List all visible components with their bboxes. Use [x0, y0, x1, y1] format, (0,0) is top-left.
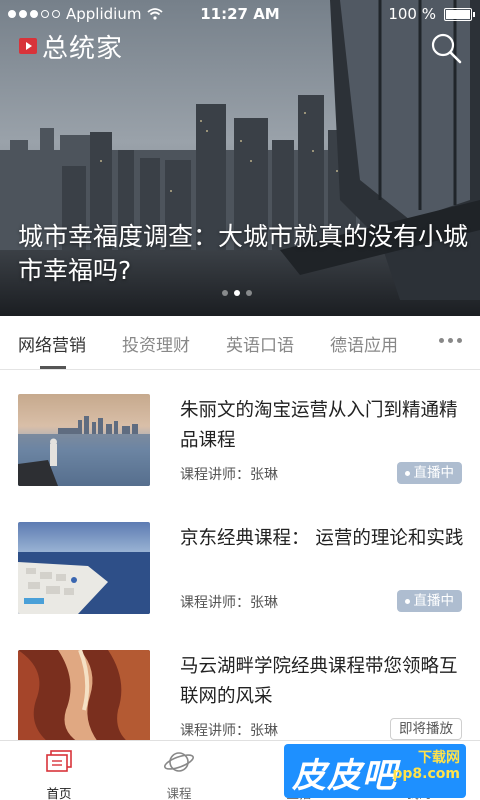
tab-english[interactable]: 英语口语 [226, 331, 294, 356]
category-tabs: 网络营销 投资理财 英语口语 德语应用 [0, 316, 480, 370]
nav-home-label: 首页 [46, 786, 72, 800]
watermark-subtext: 下载网 pp8.com [392, 750, 460, 782]
status-badge-label: 直播中 [413, 593, 455, 609]
status-badge-label: 即将播放 [399, 721, 453, 737]
watermark-text: 皮皮吧 [292, 756, 397, 796]
status-badge: 即将播放 [390, 718, 462, 740]
watermark: 皮皮吧 下载网 pp8.com [284, 744, 466, 798]
course-teacher: 课程讲师：张琳 [180, 467, 278, 483]
course-item[interactable]: 京东经典课程： 运营的理论和实践 课程讲师：张琳 直播中 [0, 522, 480, 650]
status-badge: 直播中 [396, 590, 462, 612]
carousel-dot [222, 290, 228, 296]
watermark-sub1: 下载网 [418, 750, 460, 766]
course-thumbnail [18, 394, 150, 486]
course-title: 朱丽文的淘宝运营从入门到精通精品课程 [180, 400, 458, 451]
planet-icon [164, 752, 194, 772]
course-item[interactable]: 朱丽文的淘宝运营从入门到精通精品课程 课程讲师：张琳 直播中 [0, 394, 480, 522]
nav-courses[interactable]: 课程 [139, 747, 219, 800]
nav-courses-label: 课程 [166, 786, 192, 800]
battery-icon [444, 7, 475, 21]
status-badge: 直播中 [396, 462, 462, 484]
status-badge-label: 直播中 [413, 465, 455, 481]
hero-title[interactable]: 城市幸福度调查：大城市就真的没有小城市幸福吗? [18, 220, 468, 288]
nav-home[interactable]: 首页 [19, 747, 99, 800]
live-dot-icon [404, 470, 410, 476]
logo-play-icon [19, 37, 37, 54]
course-title: 马云湖畔学院经典课程带您领略互联网的风采 [180, 656, 458, 707]
more-dots-icon[interactable] [439, 338, 462, 343]
app-logo[interactable]: 总统家 [18, 28, 123, 65]
watermark-sub2: pp8.com [392, 766, 460, 782]
live-dot-icon [404, 598, 410, 604]
course-teacher: 课程讲师：张琳 [180, 595, 278, 611]
tab-german[interactable]: 德语应用 [330, 331, 398, 356]
battery-percent: 100 % [388, 5, 436, 23]
carousel-indicator [222, 290, 252, 296]
course-thumbnail [18, 522, 150, 614]
course-title: 京东经典课程： 运营的理论和实践 [180, 528, 464, 549]
hero-banner[interactable]: Applidium 11:27 AM 100 % 总统家 城市幸福度调查：大城市… [0, 0, 480, 316]
carousel-dot-active [234, 290, 240, 296]
tab-investment[interactable]: 投资理财 [122, 331, 190, 356]
logo-text: 总统家 [42, 34, 124, 64]
active-tab-indicator [40, 366, 66, 369]
search-icon[interactable] [430, 32, 462, 64]
carousel-dot [246, 290, 252, 296]
tab-network-marketing[interactable]: 网络营销 [18, 331, 86, 356]
course-teacher: 课程讲师：张琳 [180, 723, 278, 739]
home-icon [46, 750, 72, 772]
status-bar: Applidium 11:27 AM 100 % [0, 0, 480, 28]
course-thumbnail [18, 650, 150, 742]
